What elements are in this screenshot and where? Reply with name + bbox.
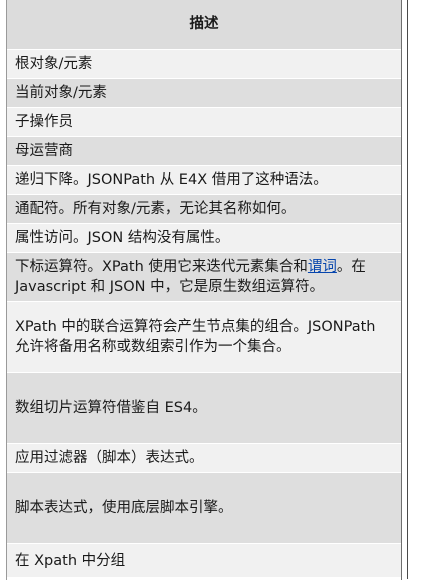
- row-text: 在 Xpath 中分组: [15, 552, 126, 569]
- table-row: 下标运算符。XPath 使用它来迭代元素集合和谓词。在 Javascript 和…: [7, 253, 401, 302]
- row-text: 递归下降。JSONPath 从 E4X 借用了这种语法。: [15, 172, 328, 188]
- page-edge-divider: [407, 0, 408, 579]
- header-cell: 描述: [189, 16, 219, 32]
- table-row: 母运营商: [7, 137, 401, 166]
- row-text: 根对象/元素: [15, 56, 93, 72]
- table-row: 数组切片运算符借鉴自 ES4。: [7, 373, 401, 444]
- table-row: XPath 中的联合运算符会产生节点集的组合。JSONPath 允许将备用名称或…: [7, 302, 401, 373]
- row-text: 下标运算符。XPath 使用它来迭代元素集合和谓词。在 Javascript 和…: [15, 257, 393, 297]
- row-text: 当前对象/元素: [15, 85, 107, 101]
- row-text: 数组切片运算符借鉴自 ES4。: [15, 400, 207, 416]
- table-body: 描述 根对象/元素 当前对象/元素 子操作员 母运营商 递归下降。JSONPat…: [7, 0, 401, 578]
- row-text: 通配符。所有对象/元素，无论其名称如何。: [15, 201, 296, 217]
- row-text: 子操作员: [15, 114, 73, 130]
- table-row: 属性访问。JSON 结构没有属性。: [7, 224, 401, 253]
- description-table: 描述 根对象/元素 当前对象/元素 子操作员 母运营商 递归下降。JSONPat…: [0, 0, 402, 580]
- predicate-link[interactable]: 谓词: [308, 259, 337, 275]
- table-row: 根对象/元素: [7, 50, 401, 79]
- row-text: 脚本表达式，使用底层脚本引擎。: [15, 500, 233, 516]
- table-header: 描述: [7, 0, 401, 50]
- table-row: 通配符。所有对象/元素，无论其名称如何。: [7, 195, 401, 224]
- row-text: 属性访问。JSON 结构没有属性。: [15, 230, 230, 246]
- table-row: 脚本表达式，使用底层脚本引擎。: [7, 473, 401, 544]
- table-row: 在 Xpath 中分组: [7, 544, 401, 578]
- row-text: XPath 中的联合运算符会产生节点集的组合。JSONPath 允许将备用名称或…: [15, 319, 376, 355]
- row-text: 应用过滤器（脚本）表达式。: [15, 450, 204, 466]
- table-row: 子操作员: [7, 108, 401, 137]
- row-text-before-link: 下标运算符。XPath 使用它来迭代元素集合和: [15, 259, 308, 275]
- table-row: 递归下降。JSONPath 从 E4X 借用了这种语法。: [7, 166, 401, 195]
- table-row: 应用过滤器（脚本）表达式。: [7, 444, 401, 473]
- row-text: 母运营商: [15, 143, 73, 159]
- table-row: 当前对象/元素: [7, 79, 401, 108]
